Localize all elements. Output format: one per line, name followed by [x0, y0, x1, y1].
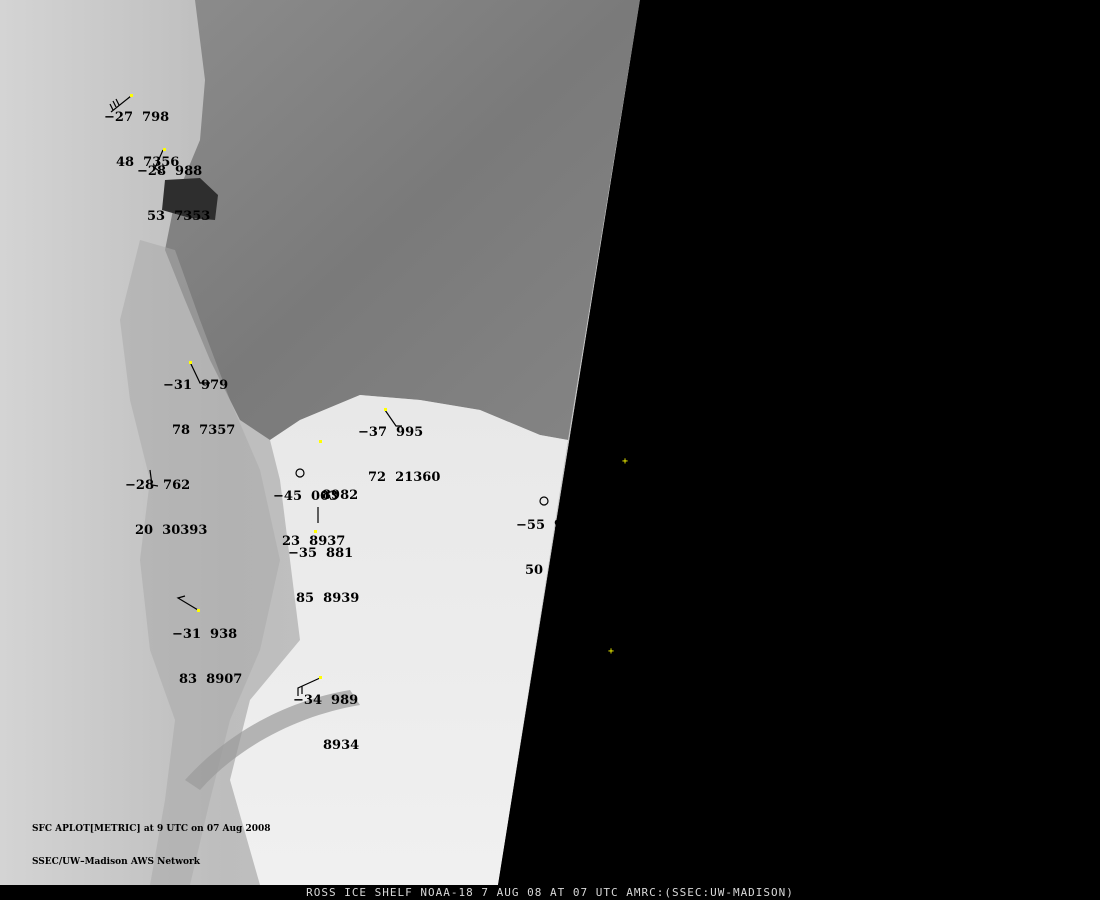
location-crosshair: + — [608, 646, 615, 657]
station-temp-pressure: −35 881 — [288, 546, 354, 561]
station-id: 53 7353 — [147, 209, 211, 224]
station-plot: −28 988 53 7353 — [137, 134, 210, 254]
station-id: 85 8939 — [296, 591, 360, 606]
station-plot: −35 881 85 8939 — [288, 516, 359, 636]
station-plot: −28 762 20 30393 — [125, 448, 207, 568]
satellite-map-frame: −27 798 48 7356 −28 988 53 7353 −31 979 … — [0, 0, 1100, 900]
station-marker — [130, 94, 133, 97]
station-temp-pressure: −55 99 — [516, 518, 573, 533]
station-id: 72 21360 — [368, 470, 441, 485]
legend-source: SSEC/UW–Madison AWS Network — [32, 857, 200, 867]
station-id: 20 30393 — [135, 523, 208, 538]
plot-legend: SFC APLOT[METRIC] at 9 UTC on 07 Aug 200… — [32, 802, 271, 890]
station-plot: −34 989 8934 — [293, 663, 359, 783]
station-temp-pressure: −28 762 — [125, 478, 191, 493]
station-marker — [189, 361, 192, 364]
legend-title: SFC APLOT[METRIC] at 9 UTC on 07 Aug 200… — [32, 824, 271, 834]
station-plot: −37 995 72 21360 — [358, 395, 440, 515]
station-marker — [197, 609, 200, 612]
station-temp-pressure: −27 798 — [104, 110, 170, 125]
station-id: 78 7357 — [172, 423, 236, 438]
image-caption-bar: ROSS ICE SHELF NOAA-18 7 AUG 08 AT 07 UT… — [0, 885, 1100, 900]
station-temp-pressure: −31 938 — [172, 627, 238, 642]
station-marker — [163, 148, 166, 151]
station-temp-pressure: −37 995 — [358, 425, 424, 440]
station-id: 8934 — [323, 738, 360, 753]
station-temp-pressure: −31 979 — [163, 378, 229, 393]
station-temp-pressure: −45 003 — [273, 489, 339, 504]
station-plot: −55 99 50 8 — [516, 488, 572, 608]
station-marker — [319, 440, 322, 443]
station-id: 50 8 — [525, 563, 562, 578]
station-temp-pressure: −34 989 — [293, 693, 359, 708]
ross-sea-region — [165, 0, 640, 440]
station-marker — [384, 408, 387, 411]
station-marker — [319, 676, 322, 679]
station-marker — [314, 530, 317, 533]
station-id: 83 8907 — [179, 672, 243, 687]
location-crosshair: + — [622, 456, 629, 467]
station-temp-pressure: −28 988 — [137, 164, 203, 179]
station-plot: −31 938 83 8907 — [172, 597, 242, 717]
